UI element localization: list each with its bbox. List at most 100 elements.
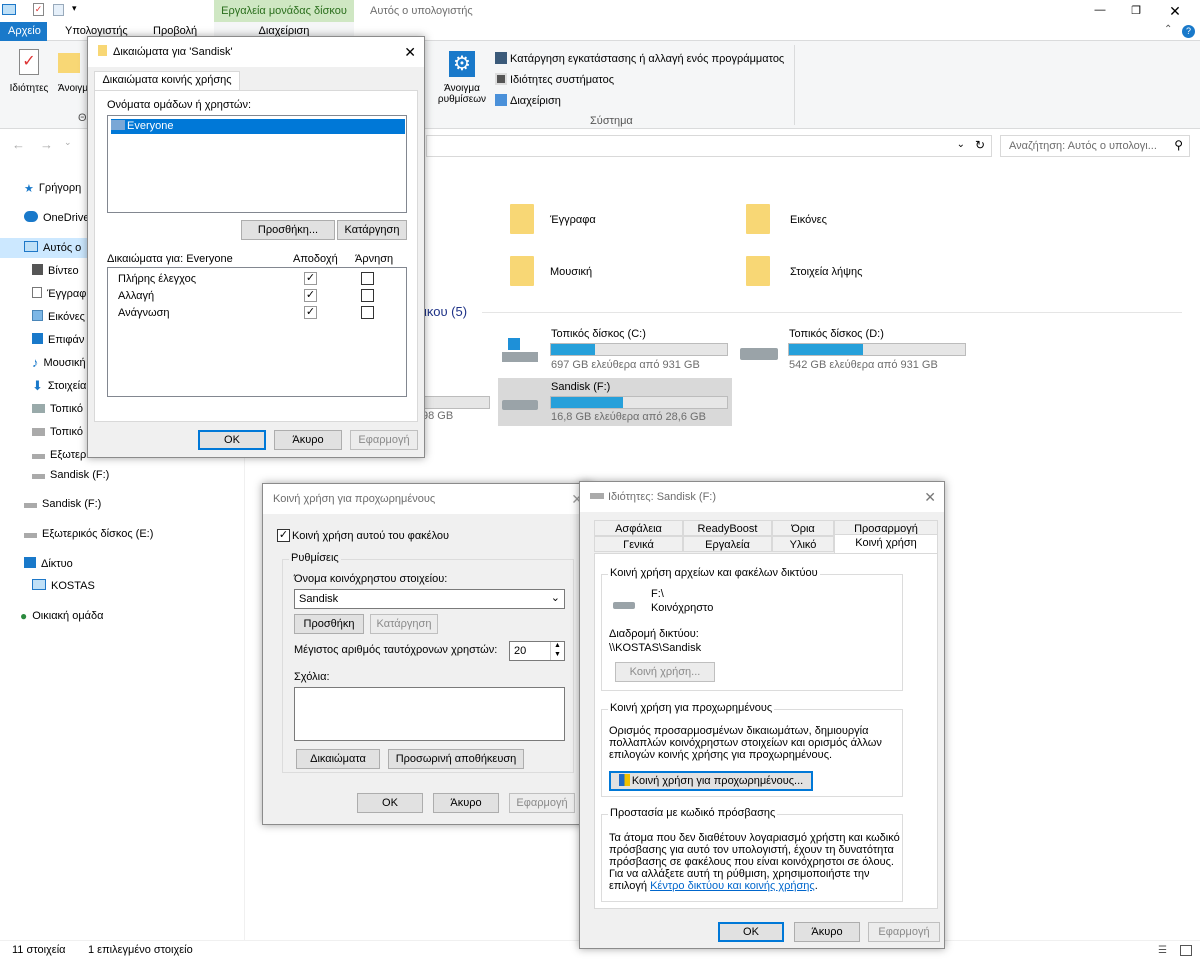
tab-tools[interactable]: Εργαλεία [683, 536, 772, 552]
uninstall-program-button[interactable]: Κατάργηση εγκατάστασης ή αλλαγή ενός προ… [495, 51, 784, 67]
ok-button[interactable]: OK [718, 922, 784, 942]
caching-button[interactable]: Προσωρινή αποθήκευση [388, 749, 524, 769]
nav-desktop[interactable]: Επιφάν [32, 330, 84, 350]
close-icon[interactable]: ✕ [1165, 0, 1185, 22]
nav-homegroup[interactable]: ● Οικιακή ομάδα [20, 606, 104, 626]
devices-section-header[interactable]: ικου (5) [424, 304, 467, 319]
nav-sandisk[interactable]: Sandisk (F:) [24, 494, 101, 514]
drive-d[interactable]: Τοπικός δίσκος (D:) 542 GB ελεύθερα από … [736, 326, 972, 376]
remove-share-button[interactable]: Κατάργηση [370, 614, 438, 634]
recent-locations-icon[interactable]: ⌄ [64, 137, 72, 148]
ok-button[interactable]: OK [357, 793, 423, 813]
tab-security[interactable]: Ασφάλεια [594, 520, 683, 536]
apply-button[interactable]: Εφαρμογή [350, 430, 418, 450]
share-button[interactable]: Κοινή χρήση... [615, 662, 715, 682]
perm-allow-checkbox[interactable]: ✓ [304, 272, 317, 285]
nav-kostas[interactable]: KOSTAS [32, 576, 95, 596]
search-icon[interactable]: ⚲ [1174, 138, 1183, 152]
folder-documents[interactable]: Έγγραφα [510, 202, 710, 238]
refresh-icon[interactable]: ↻ [975, 138, 985, 152]
properties-ribbon-button[interactable]: ✓ Ιδιότητες [4, 49, 54, 105]
apply-button[interactable]: Εφαρμογή [509, 793, 575, 813]
large-icons-view-icon[interactable] [1180, 945, 1192, 956]
nav-sandisk-sub[interactable]: Sandisk (F:) [32, 465, 109, 485]
share-folder-checkbox[interactable]: ✓ [277, 529, 290, 542]
remove-user-button[interactable]: Κατάργηση [337, 220, 407, 240]
folder-pictures[interactable]: Εικόνες [746, 202, 946, 238]
new-folder-qat-icon[interactable] [53, 4, 64, 16]
cancel-button[interactable]: Άκυρο [794, 922, 860, 942]
nav-music[interactable]: ♪ Μουσική [32, 353, 86, 373]
download-arrow-icon: ⬇ [32, 378, 43, 393]
search-box[interactable]: Αναζήτηση: Αυτός ο υπολογι... ⚲ [1000, 135, 1190, 157]
back-icon[interactable]: ← [12, 137, 25, 152]
drive-f[interactable]: Sandisk (F:) 16,8 GB ελεύθερα από 28,6 G… [498, 378, 732, 426]
tab-hardware[interactable]: Υλικό [772, 536, 834, 552]
spinner-up-icon[interactable]: ▲ [550, 642, 564, 651]
nav-pictures[interactable]: Εικόνες [32, 307, 85, 327]
ok-button[interactable]: OK [198, 430, 266, 450]
share-name-select[interactable]: Sandisk ⌄ [294, 589, 565, 609]
nav-local-d[interactable]: Τοπικό [32, 422, 83, 442]
perm-deny-checkbox[interactable] [361, 289, 374, 302]
advanced-sharing-button[interactable]: Κοινή χρήση για προχωρημένους... [609, 771, 813, 791]
ribbon-divider [794, 45, 795, 125]
cancel-button[interactable]: Άκυρο [274, 430, 342, 450]
system-properties-button[interactable]: Ιδιότητες συστήματος [495, 72, 614, 88]
user-row-everyone[interactable]: Everyone [111, 119, 405, 134]
nav-external-drive[interactable]: Εξωτερικός δίσκος (E:) [24, 524, 153, 544]
forward-icon[interactable]: → [40, 137, 53, 152]
details-view-icon[interactable]: ☰ [1158, 945, 1167, 956]
spinner-down-icon[interactable]: ▼ [550, 651, 564, 660]
manage-icon [495, 94, 507, 106]
tab-quota[interactable]: Όρια [772, 520, 834, 536]
tab-file[interactable]: Αρχείο [0, 22, 47, 41]
restore-icon[interactable]: ❐ [1126, 0, 1146, 22]
address-dropdown-icon[interactable]: ⌄ [957, 139, 965, 150]
max-users-stepper[interactable]: 20 ▲ ▼ [509, 641, 565, 661]
nav-this-pc[interactable]: Αυτός ο [0, 238, 88, 258]
permissions-button[interactable]: Δικαιώματα [296, 749, 380, 769]
open-ribbon-button[interactable]: Άνοιγμ [58, 49, 88, 105]
perm-allow-checkbox[interactable]: ✓ [304, 306, 317, 319]
properties-qat-icon[interactable]: ✓ [33, 3, 44, 16]
perm-allow-checkbox[interactable]: ✓ [304, 289, 317, 302]
cancel-button[interactable]: Άκυρο [433, 793, 499, 813]
collapse-ribbon-icon[interactable]: ⌃ [1164, 24, 1172, 35]
perm-deny-checkbox[interactable] [361, 272, 374, 285]
add-user-button[interactable]: Προσθήκη... [241, 220, 335, 240]
open-settings-button[interactable]: ⚙ Άνοιγμα ρυθμίσεων [436, 51, 488, 111]
share-folder-label[interactable]: Κοινή χρήση αυτού του φακέλου [292, 530, 449, 542]
minimize-icon[interactable]: — [1090, 0, 1110, 22]
tab-readyboost[interactable]: ReadyBoost [683, 520, 772, 536]
help-icon[interactable]: ? [1182, 25, 1195, 38]
advanced-sharing-label: Κοινή χρήση για προχωρημένους... [631, 775, 804, 787]
folder-downloads[interactable]: Στοιχεία λήψης [746, 254, 946, 290]
nav-video[interactable]: Βίντεο [32, 261, 79, 281]
network-center-link[interactable]: Κέντρο δικτύου και κοινής χρήσης [650, 880, 815, 892]
password-desc-1: Τα άτομα που δεν διαθέτουν λογαριασμό χρ… [609, 832, 900, 844]
drive-c[interactable]: Τοπικός δίσκος (C:) 697 GB ελεύθερα από … [498, 326, 734, 376]
folder-music[interactable]: Μουσική [510, 254, 710, 290]
nav-quick-access[interactable]: ★ Γρήγορη [24, 178, 81, 198]
tab-sharing[interactable]: Κοινή χρήση [834, 534, 938, 554]
nav-onedrive[interactable]: OneDrive [24, 208, 89, 228]
nav-documents[interactable]: Έγγραφ [32, 284, 86, 304]
qat-dropdown-icon[interactable]: ▾ [72, 3, 77, 14]
close-icon[interactable]: ✕ [404, 37, 416, 67]
folder-label: Έγγραφα [550, 214, 596, 226]
nav-network[interactable]: Δίκτυο [24, 554, 73, 574]
nav-downloads[interactable]: ⬇ Στοιχεία [32, 376, 86, 396]
perm-deny-checkbox[interactable] [361, 306, 374, 319]
manage-button[interactable]: Διαχείριση [495, 93, 561, 109]
nav-external-e[interactable]: Εξωτερ [32, 445, 86, 465]
nav-local-c[interactable]: Τοπικό [32, 399, 83, 419]
users-listbox[interactable]: Everyone [107, 115, 407, 213]
close-icon[interactable]: ✕ [924, 482, 936, 512]
comments-textarea[interactable] [294, 687, 565, 741]
apply-button[interactable]: Εφαρμογή [868, 922, 940, 942]
add-share-button[interactable]: Προσθήκη [294, 614, 364, 634]
tab-general[interactable]: Γενικά [594, 536, 683, 552]
tab-share-permissions[interactable]: Δικαιώματα κοινής χρήσης [94, 71, 240, 91]
address-bar[interactable]: ⌄ ↻ [426, 135, 992, 157]
